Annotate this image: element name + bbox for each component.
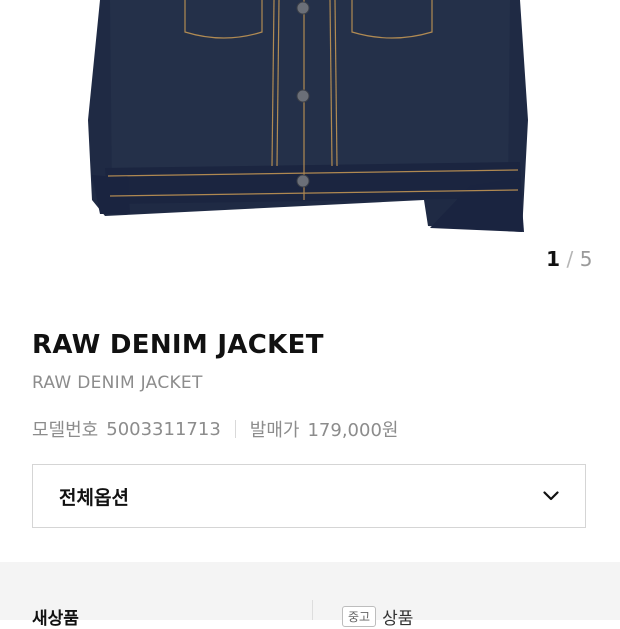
options-dropdown[interactable]: 전체옵션	[32, 464, 586, 528]
model-number-value: 5003311713	[106, 418, 221, 440]
product-title: RAW DENIM JACKET	[32, 330, 324, 360]
product-subtitle: RAW DENIM JACKET	[32, 373, 203, 393]
options-dropdown-label: 전체옵션	[59, 486, 129, 509]
used-badge: 중고	[342, 606, 377, 627]
release-price-value: 179,000원	[307, 420, 399, 441]
tab-used-product[interactable]: 중고 상품	[342, 604, 413, 629]
tab-new-product[interactable]: 새상품	[32, 604, 79, 629]
pager-total: 5	[579, 247, 593, 271]
pager-separator: /	[566, 247, 574, 271]
used-product-label: 상품	[382, 609, 414, 629]
product-meta: 모델번호 5003311713 발매가 179,000원	[32, 416, 398, 442]
product-image	[88, 0, 528, 232]
image-pager: 1/5	[546, 247, 593, 271]
section-divider-band	[0, 562, 620, 620]
model-number-label: 모델번호	[32, 420, 99, 441]
condition-divider	[312, 600, 313, 620]
chevron-down-icon	[543, 491, 559, 501]
product-image-gallery[interactable]: 1/5	[0, 0, 620, 285]
meta-divider	[234, 420, 236, 438]
pager-current: 1	[546, 247, 561, 271]
release-price-label: 발매가	[249, 420, 300, 441]
